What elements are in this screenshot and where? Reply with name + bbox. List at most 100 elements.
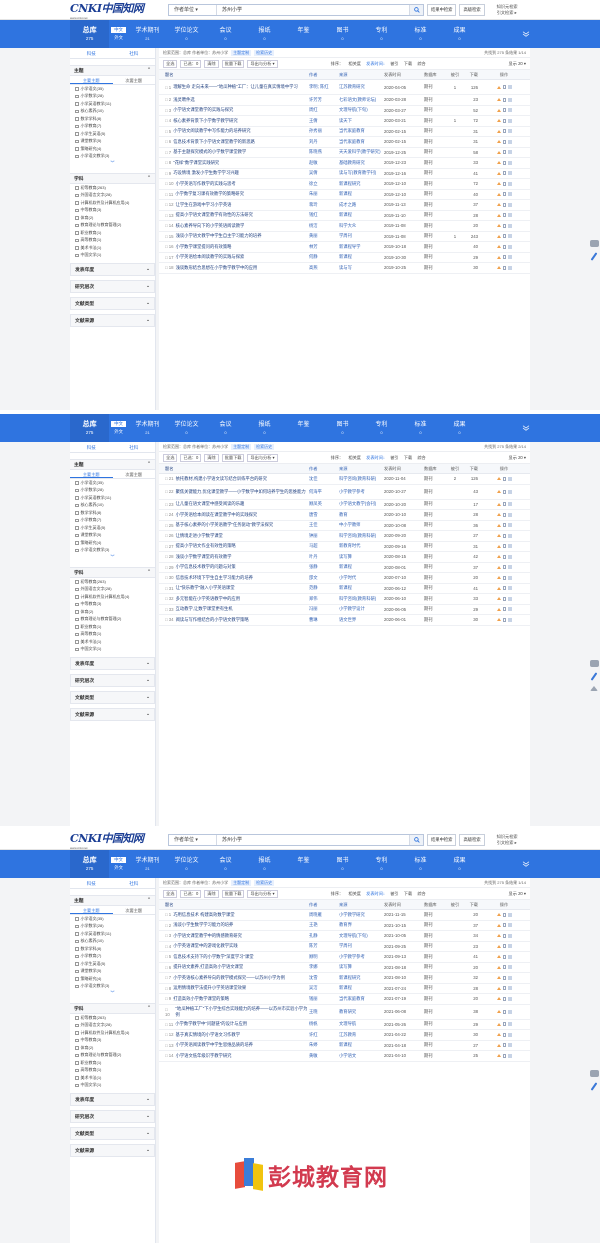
checkbox[interactable]: [75, 1068, 79, 1072]
read-online-icon[interactable]: [502, 118, 506, 123]
download-icon[interactable]: [496, 944, 501, 948]
result-title-cell[interactable]: □ 6 提升语文素养,打造高效小学语文课堂: [159, 964, 309, 970]
table-row[interactable]: □ 11 小学数学复习课有效教学的策略研究 朱丽 新课程 2019-12-10 期刊 40: [159, 190, 530, 200]
page-size-select[interactable]: 显示 20 ▾: [509, 891, 526, 897]
read-online-icon[interactable]: [502, 171, 506, 176]
checkbox[interactable]: [75, 139, 79, 143]
result-author[interactable]: 杨洁: [309, 223, 339, 229]
row-index[interactable]: □ 16: [165, 244, 174, 249]
result-source[interactable]: 成才之路: [339, 202, 384, 208]
download-icon[interactable]: [496, 997, 501, 1001]
table-row[interactable]: □ 13 小学英语阅读教学中学生思维品质的培养 朱婷 新课程 2021-04-18 期刊 2…: [159, 1041, 530, 1051]
result-author[interactable]: 马超: [309, 543, 339, 549]
table-row[interactable]: □ 26 让情境走进小学数学课堂 钟丽 科学咨询(教育科研) 2020-09-20 期刊 2…: [159, 531, 530, 542]
download-icon[interactable]: [496, 171, 501, 175]
topic-item[interactable]: 核心素养(10): [70, 502, 155, 510]
topic-item[interactable]: 小学语文教学(3): [70, 983, 155, 991]
result-author[interactable]: 周红: [309, 107, 339, 113]
read-online-icon[interactable]: [502, 1032, 506, 1037]
read-online-icon[interactable]: [502, 923, 506, 928]
result-source[interactable]: 新课程: [339, 985, 384, 991]
checkbox[interactable]: [75, 208, 79, 212]
source-filter[interactable]: 文献来源 ⌄: [70, 314, 155, 327]
row-index[interactable]: □ 18: [165, 265, 174, 270]
download-icon[interactable]: [496, 565, 501, 569]
checkbox[interactable]: [75, 625, 79, 629]
read-online-icon[interactable]: [502, 265, 506, 270]
tab-standard[interactable]: 标准 0: [401, 414, 440, 442]
table-row[interactable]: □ 8 "花样"数学课堂实践研究 赵敏 基础教育研究 2019-12-23 期刊 33: [159, 158, 530, 169]
year-filter[interactable]: 发表年度 ⌄: [70, 1093, 155, 1106]
lang-chinese[interactable]: 中文: [111, 421, 126, 427]
collect-icon[interactable]: [508, 596, 512, 601]
table-row[interactable]: □ 9 打造高效小学数学课堂的策略 钱丽 当代家庭教育 2021-07-19 期刊 20: [159, 994, 530, 1005]
result-author[interactable]: 唐雪: [309, 512, 339, 518]
checkbox[interactable]: [75, 124, 79, 128]
checkbox[interactable]: [75, 201, 79, 205]
checkbox[interactable]: [75, 511, 79, 515]
checkbox[interactable]: [75, 924, 79, 928]
checkbox[interactable]: [75, 580, 79, 584]
checkbox[interactable]: [75, 216, 79, 220]
result-author[interactable]: 许红: [309, 1032, 339, 1038]
subject-item[interactable]: 中等教育(3): [70, 207, 155, 215]
read-online-icon[interactable]: [502, 954, 506, 959]
read-online-icon[interactable]: [502, 523, 506, 528]
row-index[interactable]: □ 13: [165, 213, 174, 218]
doctype-filter[interactable]: 文献类型 ⌄: [70, 691, 155, 704]
result-source[interactable]: 读写算: [339, 964, 384, 970]
result-title-link[interactable]: 信息技术背景下小学语文课堂教学的新思路: [173, 139, 255, 145]
read-online-icon[interactable]: [502, 150, 506, 155]
table-row[interactable]: □ 13 提高小学语文课堂教学有效性的方法研究 钱红 新课程 2019-11-10 期刊 2…: [159, 211, 530, 221]
collect-icon[interactable]: [508, 1032, 512, 1037]
collect-icon[interactable]: [508, 476, 512, 481]
table-row[interactable]: □ 8 运用情境教学法提升小学英语课堂效果 吴洁 新课程 2021-07-24 期刊 28: [159, 984, 530, 994]
sort-download[interactable]: 下载: [404, 61, 412, 66]
topic-item[interactable]: 策略研究(4): [70, 975, 155, 983]
result-title-link[interactable]: 核心素养导向下的小学英语阅读教学: [176, 223, 245, 229]
collect-icon[interactable]: [508, 533, 512, 538]
result-title-cell[interactable]: □ 8 运用情境教学法提升小学英语课堂效果: [159, 985, 309, 991]
tab-thesis[interactable]: 学位论文 0: [167, 414, 206, 442]
result-title-link[interactable]: 让儿童在语文课堂中感受阅读的乐趣: [176, 501, 245, 507]
table-row[interactable]: □ 33 互动教学,让数学课堂更有生机 冯丽 小学教学设计 2020-06-05 期刊 29: [159, 605, 530, 615]
result-author[interactable]: 刘丹: [309, 139, 339, 145]
result-author[interactable]: 王佳: [309, 522, 339, 528]
sort-download[interactable]: 下载: [404, 455, 412, 460]
result-source[interactable]: 读天下: [339, 118, 384, 124]
citation-search-link[interactable]: 引文检索 ▸: [497, 10, 518, 16]
result-title-link[interactable]: 小学英语绘本阅读在课堂教学中的实践探究: [176, 512, 258, 518]
row-index[interactable]: □ 21: [165, 476, 174, 481]
read-online-icon[interactable]: [502, 476, 506, 481]
collect-icon[interactable]: [508, 544, 512, 549]
result-author[interactable]: 邵文: [309, 575, 339, 581]
download-icon[interactable]: [496, 607, 501, 611]
subject-item[interactable]: 计算机软件及计算机应用(4): [70, 1029, 155, 1037]
collect-icon[interactable]: [508, 150, 512, 155]
download-icon[interactable]: [496, 129, 501, 133]
read-online-icon[interactable]: [502, 129, 506, 134]
collect-icon[interactable]: [508, 575, 512, 580]
collect-icon[interactable]: [508, 139, 512, 144]
subject-item[interactable]: 高等教育(1): [70, 631, 155, 639]
result-author[interactable]: 范静: [309, 585, 339, 591]
result-title-link[interactable]: 小学英语写作教学的实践与思考: [176, 181, 236, 187]
subject-item[interactable]: 中等教育(3): [70, 601, 155, 609]
collect-icon[interactable]: [508, 255, 512, 260]
topic-tab-main[interactable]: 主要主题: [70, 470, 113, 478]
result-title-cell[interactable]: □ 28 浅谈小学数学课堂的有效教学: [159, 554, 309, 560]
subject-item[interactable]: 教育理论与教育管理(2): [70, 616, 155, 624]
subject-item[interactable]: 外国语言文字(28): [70, 192, 155, 200]
back-to-top-icon[interactable]: [590, 686, 598, 691]
batch-download-button[interactable]: 批量下载: [221, 889, 245, 898]
level-filter[interactable]: 研究层次 ⌄: [70, 674, 155, 687]
result-source[interactable]: 科学咨询(教育科研): [339, 596, 384, 602]
checkbox[interactable]: [75, 939, 79, 943]
result-author[interactable]: 黄敏: [309, 1053, 339, 1059]
result-title-cell[interactable]: □ 5 信息技术支持下的小学数学"深度学习"课堂: [159, 954, 309, 960]
sort-comprehensive[interactable]: 综合: [417, 61, 425, 66]
checkbox[interactable]: [75, 977, 79, 981]
row-index[interactable]: □ 11: [165, 192, 173, 197]
checkbox[interactable]: [75, 117, 79, 121]
topic-item[interactable]: 小学生英语(5): [70, 130, 155, 138]
